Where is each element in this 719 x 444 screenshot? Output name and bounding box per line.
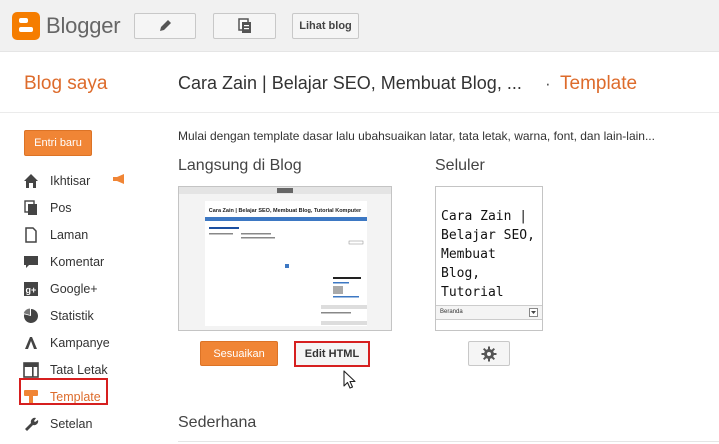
sidebar-item-posts[interactable]: Pos: [22, 194, 162, 221]
page-title: Template: [560, 73, 638, 94]
app-name: Blogger: [46, 13, 121, 38]
sidebar-item-campaign[interactable]: Kampanye: [22, 329, 162, 356]
live-preview-thumbnail: Cara Zain | Belajar SEO, Membuat Blog, T…: [179, 187, 391, 330]
section-divider: [178, 441, 719, 442]
google-plus-icon: g+: [22, 280, 40, 298]
mobile-preview-title: Cara Zain | Belajar SEO, Membuat Blog, T…: [441, 209, 535, 319]
layout-icon: [22, 361, 40, 379]
sidebar-item-label: Pos: [50, 200, 72, 215]
sidebar-item-label: Tata Letak: [50, 362, 108, 377]
mobile-settings-button[interactable]: [468, 341, 510, 366]
blogger-icon: [12, 12, 40, 40]
new-post-button[interactable]: Entri baru: [24, 130, 92, 156]
stats-icon: [22, 307, 40, 325]
megaphone-icon[interactable]: [112, 174, 126, 184]
sidebar-item-label: Komentar: [50, 254, 105, 269]
live-on-blog-heading: Langsung di Blog: [178, 157, 302, 174]
sidebar-item-label: Statistik: [50, 308, 94, 323]
customize-button[interactable]: Sesuaikan: [200, 341, 278, 366]
sidebar-item-pages[interactable]: Laman: [22, 221, 162, 248]
new-post-pencil-button[interactable]: [134, 13, 196, 39]
campaign-icon: [22, 334, 40, 352]
sidebar-item-label: Laman: [50, 227, 89, 242]
edit-html-button[interactable]: Edit HTML: [294, 341, 370, 367]
mouse-cursor-icon: [343, 370, 356, 389]
sidebar-item-settings[interactable]: Setelan: [22, 410, 162, 437]
view-blog-button[interactable]: Lihat blog: [292, 13, 359, 39]
blog-title[interactable]: Cara Zain | Belajar SEO, Membuat Blog, .…: [178, 73, 522, 94]
wrench-icon: [22, 415, 40, 433]
blogger-logo[interactable]: Blogger: [12, 12, 121, 40]
template-intro-text: Mulai dengan template dasar lalu ubahsua…: [178, 129, 655, 143]
header-divider: [0, 112, 719, 113]
sidebar-item-label: Ikhtisar: [50, 173, 91, 188]
home-icon: [22, 172, 40, 190]
simple-templates-heading: Sederhana: [178, 414, 257, 431]
sidebar-item-label: Google+: [50, 281, 98, 296]
sidebar-item-stats[interactable]: Statistik: [22, 302, 162, 329]
sidebar-item-label: Setelan: [50, 416, 93, 431]
posts-list-button[interactable]: [213, 13, 276, 39]
mobile-template-preview[interactable]: Cara Zain | Belajar SEO, Membuat Blog, T…: [435, 186, 543, 331]
pencil-icon: [160, 20, 171, 31]
mobile-heading: Seluler: [435, 157, 485, 174]
sidebar-item-label: Kampanye: [50, 335, 110, 350]
live-template-preview[interactable]: Cara Zain | Belajar SEO, Membuat Blog, T…: [178, 186, 392, 331]
live-preview-title: Cara Zain | Belajar SEO, Membuat Blog, T…: [209, 208, 362, 214]
documents-icon: [237, 18, 251, 33]
svg-text:g+: g+: [26, 285, 37, 295]
mobile-nav-label: Beranda: [440, 309, 463, 315]
sidebar-item-comments[interactable]: Komentar: [22, 248, 162, 275]
sidebar-item-overview[interactable]: Ikhtisar: [22, 167, 162, 194]
breadcrumb-separator: ·: [545, 74, 551, 93]
sidebar-item-google-plus[interactable]: g+ Google+: [22, 275, 162, 302]
gear-icon: [481, 346, 497, 361]
dropdown-arrow-icon: [529, 308, 538, 317]
page-icon: [22, 226, 40, 244]
posts-icon: [22, 199, 40, 217]
comment-icon: [22, 253, 40, 271]
mobile-preview-nav: Beranda: [436, 305, 542, 320]
template-highlight-box: [19, 378, 108, 405]
my-blogs-link[interactable]: Blog saya: [24, 73, 107, 95]
top-bar: Blogger Lihat blog: [0, 0, 719, 52]
